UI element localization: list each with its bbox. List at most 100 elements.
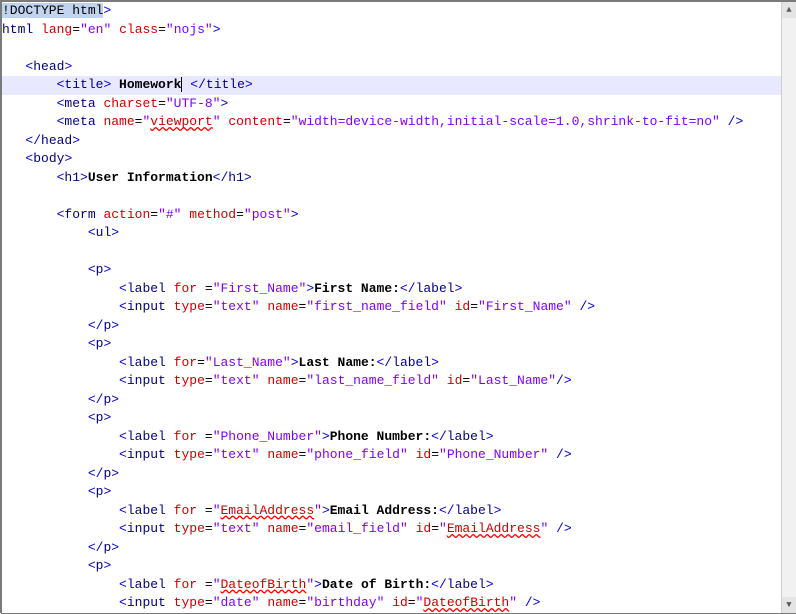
code-token: < [88,558,96,573]
code-token [166,373,174,388]
code-token: " [306,577,314,592]
code-line[interactable]: <label for ="Phone_Number">Phone Number:… [2,428,796,447]
code-line[interactable]: <input type="text" name="first_name_fiel… [2,298,796,317]
code-token: "width=device-width,initial-scale=1.0,sh… [291,114,720,129]
code-token: > [103,336,111,351]
code-token: < [119,595,127,610]
code-line[interactable]: <head> [2,58,796,77]
code-token: Email Address: [330,503,439,518]
code-line[interactable] [2,187,796,206]
code-editor[interactable]: !DOCTYPE html>html lang="en" class="nojs… [2,2,796,613]
code-token: > [111,466,119,481]
code-token: "Phone_Number" [213,429,322,444]
code-token: label [455,503,494,518]
code-token [2,373,119,388]
code-line[interactable]: <label for ="First_Name">First Name:</la… [2,280,796,299]
code-token: > [111,318,119,333]
code-token: title [64,77,103,92]
code-token: label [127,281,166,296]
scroll-up-icon[interactable]: ▲ [782,2,796,18]
code-line[interactable] [2,243,796,262]
code-token: < [119,503,127,518]
code-token: > [455,281,463,296]
code-token: html [2,22,33,37]
code-token [517,595,525,610]
vertical-scrollbar[interactable]: ▲ ▼ [781,2,796,613]
code-token: "text" [213,447,260,462]
code-line[interactable]: <body> [2,150,796,169]
code-token: Phone Number: [330,429,431,444]
code-line[interactable]: <p> [2,557,796,576]
scroll-down-icon[interactable]: ▼ [782,597,796,613]
code-token: name [267,521,298,536]
code-line[interactable]: <label for ="EmailAddress">Email Address… [2,502,796,521]
code-line[interactable]: <h1>User Information</h1> [2,169,796,188]
code-token: > [314,577,322,592]
code-token [2,318,88,333]
code-token: "first_name_field" [306,299,446,314]
code-line[interactable]: <input type="text" name="last_name_field… [2,372,796,391]
code-line[interactable]: <label for ="DateofBirth">Date of Birth:… [2,576,796,595]
code-token: < [88,262,96,277]
code-line[interactable]: <input type="text" name="phone_field" id… [2,446,796,465]
code-line[interactable]: <meta name="viewport" content="width=dev… [2,113,796,132]
code-token: "text" [213,299,260,314]
code-token [2,336,88,351]
code-token: = [431,447,439,462]
code-line[interactable]: <label for="Last_Name">Last Name:</label… [2,354,796,373]
code-line[interactable]: !DOCTYPE html> [2,2,796,21]
code-line[interactable]: </p> [2,317,796,336]
code-token: > [486,577,494,592]
code-token: label [416,281,455,296]
code-token: input [127,447,166,462]
code-token [2,466,88,481]
code-token: " [509,595,517,610]
code-line[interactable]: </p> [2,539,796,558]
code-line[interactable] [2,39,796,58]
code-token: id [447,373,463,388]
code-line[interactable]: <title> Homework </title> [2,76,796,95]
code-token [2,96,57,111]
code-line[interactable]: <ul> [2,224,796,243]
code-token: > [103,410,111,425]
code-line[interactable]: <p> [2,335,796,354]
code-token [2,59,25,74]
code-token: > [103,3,111,18]
code-token: name [267,447,298,462]
code-line[interactable]: <input type="date" name="birthday" id="D… [2,594,796,613]
code-token [2,503,119,518]
code-token: > [80,170,88,185]
code-token [2,429,119,444]
code-token: id [392,595,408,610]
code-token: < [88,225,96,240]
code-line[interactable]: </p> [2,391,796,410]
code-token [2,540,88,555]
code-token: Date of Birth: [322,577,431,592]
code-line[interactable]: html lang="en" class="nojs"> [2,21,796,40]
code-line[interactable]: </head> [2,132,796,151]
code-line[interactable]: <form action="#" method="post"> [2,206,796,225]
code-token [166,521,174,536]
code-token: /> [579,299,595,314]
code-token [2,170,57,185]
code-line[interactable]: <p> [2,261,796,280]
code-line[interactable]: </p> [2,465,796,484]
code-token [447,299,455,314]
code-token: </ [88,466,104,481]
code-line[interactable]: <p> [2,483,796,502]
code-token: "phone_field" [306,447,407,462]
code-token: "post" [244,207,291,222]
code-token: "Last_Name" [470,373,556,388]
code-token: for [174,355,197,370]
code-line[interactable]: <meta charset="UTF-8"> [2,95,796,114]
code-content[interactable]: !DOCTYPE html>html lang="en" class="nojs… [2,2,796,613]
code-token: </ [400,281,416,296]
code-token [720,114,728,129]
code-token: "nojs" [166,22,213,37]
code-token: head [41,133,72,148]
code-line[interactable]: <input type="text" name="email_field" id… [2,520,796,539]
code-token: !DOCTYPE html [2,3,103,18]
code-token: label [127,577,166,592]
code-line[interactable]: <p> [2,409,796,428]
code-token: </ [439,503,455,518]
